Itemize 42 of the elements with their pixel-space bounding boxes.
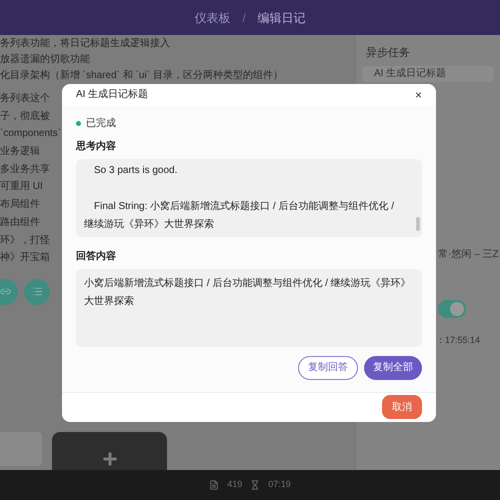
breadcrumb-link[interactable]: 仪表板 (194, 8, 230, 26)
editor-text-line: 化目录架构（新增 `shared` 和 `ui` 目录，区分两种类型的组件） (0, 68, 283, 83)
editor-text-line: 子，彻底被 (0, 110, 50, 124)
status-label: 已完成 (86, 116, 116, 131)
task-item[interactable]: AI 生成日记标题 (362, 66, 494, 82)
elapsed-time: 07:19 (268, 478, 291, 492)
link-icon (0, 286, 10, 298)
timestamp: ：17:55:14 (435, 334, 482, 346)
breadcrumb-separator: / (242, 10, 246, 26)
editor-text-line: 务列表这个 (0, 92, 50, 106)
editor-text-line: 放器遗漏的切歌功能 (0, 52, 90, 67)
editor-text-line: 神》开宝箱 (0, 250, 50, 266)
breadcrumb-link[interactable]: 编辑日记 (258, 8, 306, 26)
add-page-button[interactable] (52, 432, 167, 470)
list-button[interactable] (24, 278, 50, 305)
answer-text: 小窝后端新增流式标题接口 / 后台功能调整与组件优化 / 继续游玩《异环》大世界探索 (84, 276, 412, 309)
editor-text-line: 务列表功能，将日记标题生成逻辑接入 (0, 36, 170, 51)
close-button[interactable]: × (414, 88, 422, 101)
thinking-text: Final String: 小窝后端新增流式标题接口 / 后台功能调整与组件优化 / 继续游玩《异环》大世界探索 (84, 200, 396, 232)
editor-text-line: 可重用 UI (0, 180, 43, 194)
toggle-switch[interactable] (438, 300, 466, 318)
copy-button[interactable]: 复制回答 (298, 356, 358, 380)
editor-text-line: 环》，打怪 (0, 234, 50, 248)
editor-text-line: 路由组件 (0, 216, 40, 230)
copy-button[interactable]: 复制全部 (364, 356, 422, 380)
editor-text-line: 业务逻辑 (0, 144, 40, 160)
word-count: 419 (227, 478, 242, 492)
section-label: 思考内容 (76, 139, 117, 154)
link-button[interactable] (0, 278, 18, 305)
plus-icon (100, 450, 118, 468)
editor-text-line: 多业务共享 (0, 162, 50, 177)
dialog-title: AI 生成日记标题 (76, 88, 148, 102)
hourglass-icon (250, 480, 260, 490)
section-label: 回答内容 (76, 249, 117, 264)
editor-text-line: `components` (0, 127, 62, 142)
scrollbar-thumb[interactable] (416, 216, 420, 231)
file-icon (209, 480, 220, 490)
panel-title: 异步任务 (365, 46, 411, 61)
music-title: 常·悠闲 – 三Z (437, 248, 500, 262)
thinking-text: So 3 parts is good. (93, 164, 178, 178)
editor-text-line: 布局组件 (0, 198, 40, 212)
cancel-button[interactable]: 取消 (382, 395, 422, 420)
